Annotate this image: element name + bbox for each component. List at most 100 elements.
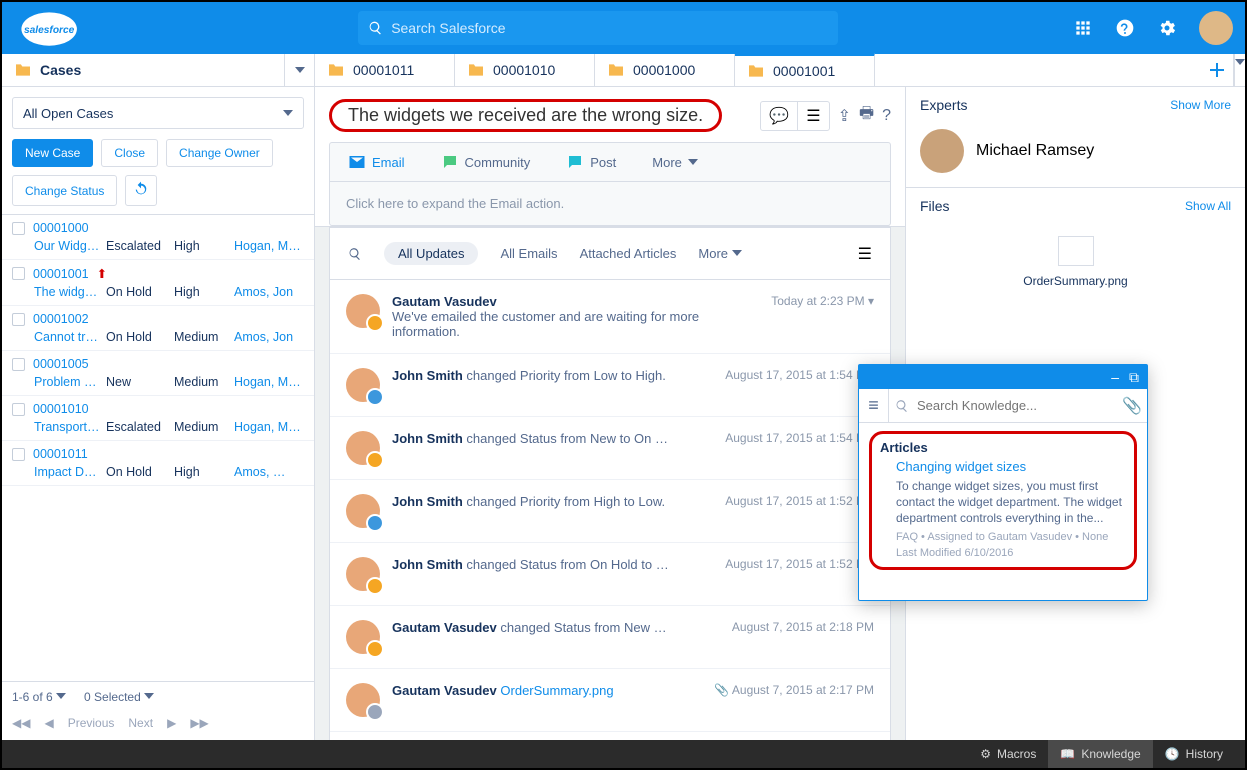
workspace-tab[interactable]: 00001000	[595, 54, 735, 86]
files-show-all[interactable]: Show All	[1185, 199, 1231, 213]
print-icon[interactable]: 🖶	[859, 102, 874, 129]
case-number-link[interactable]: 00001002	[33, 312, 89, 326]
case-list-item[interactable]: 00001000Our Widg…EscalatedHighHogan, M…	[2, 215, 314, 260]
feed-file-link[interactable]: OrderSummary.png	[500, 683, 613, 698]
pager-first[interactable]: ◀◀	[12, 716, 30, 730]
feed-item[interactable]: John Smith changed Priority from Low to …	[330, 354, 890, 417]
record-help-icon[interactable]: ?	[882, 107, 891, 125]
row-checkbox[interactable]	[12, 267, 25, 280]
article-title[interactable]: Changing widget sizes	[896, 459, 1126, 474]
workspace-tab[interactable]: 00001011	[315, 54, 455, 86]
case-owner-link[interactable]: Hogan, M…	[234, 239, 301, 253]
knowledge-popout-icon[interactable]: ⧉	[1129, 369, 1139, 386]
case-owner-link[interactable]: Hogan, M…	[234, 420, 301, 434]
feed-filter-all[interactable]: All Updates	[384, 242, 478, 265]
case-subject-link[interactable]: Problem …	[34, 375, 102, 389]
case-subject-link[interactable]: The widg…	[34, 285, 102, 299]
row-checkbox[interactable]	[12, 222, 25, 235]
case-subject-link[interactable]: Our Widg…	[34, 239, 102, 253]
file-item[interactable]: OrderSummary.png	[906, 222, 1245, 302]
feed-item[interactable]: Gautam Vasudev OrderSummary.png📎 August …	[330, 669, 890, 732]
case-list-item[interactable]: 00001011Impact D…On HoldHighAmos, …	[2, 441, 314, 486]
pager-last[interactable]: ▶▶	[190, 716, 208, 730]
setup-gear-icon[interactable]	[1157, 18, 1177, 38]
feed-item[interactable]: John Smith changed Priority from High to…	[330, 480, 890, 543]
listview-picker[interactable]: All Open Cases	[12, 97, 304, 129]
knowledge-attach-icon[interactable]: 📎	[1117, 396, 1147, 416]
feed-item[interactable]: Gautam VasudevWe've emailed the customer…	[330, 280, 890, 354]
row-checkbox[interactable]	[12, 448, 25, 461]
publisher-tab-email[interactable]: Email	[330, 143, 423, 181]
new-tab-button[interactable]	[1200, 54, 1234, 86]
expert-item[interactable]: Michael Ramsey	[906, 121, 1245, 187]
row-checkbox[interactable]	[12, 358, 25, 371]
case-list-item[interactable]: 00001002Cannot tr…On HoldMediumAmos, Jon	[2, 306, 314, 351]
utility-history[interactable]: 🕓 History	[1153, 740, 1235, 768]
utility-macros[interactable]: ⚙ Macros	[968, 740, 1048, 768]
pager-prev-label[interactable]: Previous	[68, 716, 115, 730]
case-subject-link[interactable]: Transport…	[34, 420, 102, 434]
case-number-link[interactable]: 00001011	[33, 447, 88, 461]
case-subject-link[interactable]: Impact D…	[34, 465, 102, 479]
feed-filter-emails[interactable]: All Emails	[500, 246, 557, 261]
experts-show-more[interactable]: Show More	[1170, 98, 1231, 112]
row-checkbox[interactable]	[12, 313, 25, 326]
help-icon[interactable]	[1115, 18, 1135, 38]
pager-next-label[interactable]: Next	[128, 716, 153, 730]
new-case-button[interactable]: New Case	[12, 139, 93, 167]
feed-filter-more[interactable]: More	[698, 246, 741, 261]
nav-dropdown-button[interactable]	[284, 54, 314, 86]
case-priority: Medium	[174, 375, 230, 389]
case-number-link[interactable]: 00001001	[33, 267, 89, 281]
case-number-link[interactable]: 00001005	[33, 357, 89, 371]
refresh-button[interactable]	[125, 175, 157, 206]
workspace-tab[interactable]: 00001010	[455, 54, 595, 86]
utility-knowledge[interactable]: 📖 Knowledge	[1048, 740, 1152, 768]
view-details-icon[interactable]: ☰	[798, 102, 828, 130]
change-status-button[interactable]: Change Status	[12, 175, 117, 206]
pager-prev[interactable]: ◀	[44, 716, 53, 730]
global-search[interactable]	[358, 11, 838, 45]
case-list-item[interactable]: 00001005Problem …NewMediumHogan, M…	[2, 351, 314, 396]
pager-next[interactable]: ▶	[167, 716, 176, 730]
case-subject-link[interactable]: Cannot tr…	[34, 330, 102, 344]
feed-filter-articles[interactable]: Attached Articles	[580, 246, 677, 261]
user-avatar[interactable]	[1199, 11, 1233, 45]
view-toggle[interactable]: 💬 ☰	[760, 101, 829, 131]
publisher-tab-community[interactable]: Community	[423, 143, 549, 181]
change-owner-button[interactable]: Change Owner	[166, 139, 273, 167]
app-launcher-icon[interactable]	[1073, 18, 1093, 38]
case-number-link[interactable]: 00001000	[33, 221, 89, 235]
pager-range[interactable]: 1-6 of 6	[12, 690, 66, 704]
tab-overflow-button[interactable]	[1234, 54, 1245, 86]
nav-object-tab[interactable]: Cases	[2, 54, 315, 86]
case-list-item[interactable]: 00001001⬆The widg…On HoldHighAmos, Jon	[2, 260, 314, 306]
feed-item[interactable]: John Smith changed Status from New to On…	[330, 417, 890, 480]
feed-item[interactable]: John Smith changed Status from On Hold t…	[330, 543, 890, 606]
case-owner-link[interactable]: Amos, Jon	[234, 285, 293, 299]
close-case-button[interactable]: Close	[101, 139, 158, 167]
view-feed-icon[interactable]: 💬	[761, 102, 798, 130]
publisher-tab-more[interactable]: More	[634, 145, 716, 180]
row-checkbox[interactable]	[12, 403, 25, 416]
case-number-link[interactable]: 00001010	[33, 402, 89, 416]
feed-timestamp: August 7, 2015 at 2:18 PM	[732, 620, 874, 654]
global-search-input[interactable]	[391, 20, 828, 36]
feed-layout-icon[interactable]: ☰	[858, 244, 872, 264]
case-owner-link[interactable]: Amos, …	[234, 465, 285, 479]
knowledge-menu-icon[interactable]: ≡	[859, 389, 889, 422]
share-icon[interactable]: ⇪	[838, 106, 851, 126]
case-owner-link[interactable]: Amos, Jon	[234, 330, 293, 344]
feed-item[interactable]: Gautam Vasudev changed Status from New ……	[330, 606, 890, 669]
workspace-tab[interactable]: 00001001	[735, 53, 875, 86]
case-list-item[interactable]: 00001010Transport…EscalatedMediumHogan, …	[2, 396, 314, 441]
publisher-body[interactable]: Click here to expand the Email action.	[330, 182, 890, 225]
pager-selected[interactable]: 0 Selected	[84, 690, 154, 704]
case-priority: High	[174, 239, 230, 253]
feed-search-icon[interactable]	[348, 247, 362, 261]
knowledge-search-input[interactable]	[909, 390, 1117, 421]
publisher-tab-post[interactable]: Post	[548, 143, 634, 181]
knowledge-minimize-icon[interactable]: –	[1111, 369, 1119, 385]
files-title: Files	[920, 198, 950, 214]
case-owner-link[interactable]: Hogan, M…	[234, 375, 301, 389]
